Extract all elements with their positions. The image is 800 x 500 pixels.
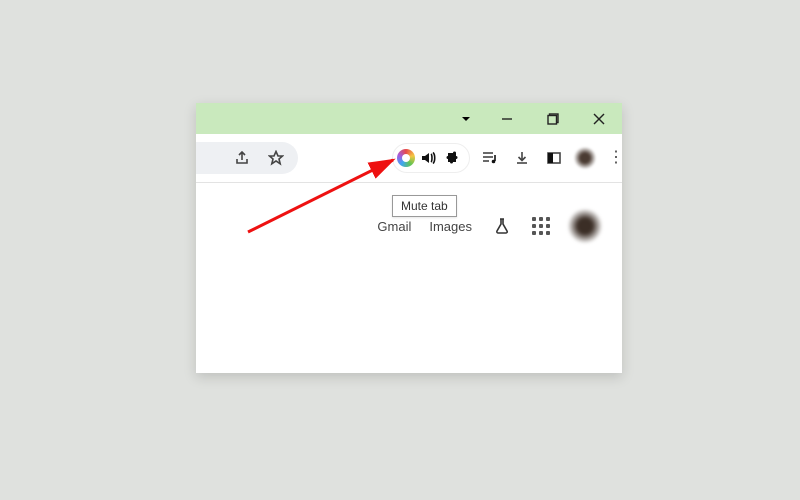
labs-flask-icon[interactable] xyxy=(490,214,514,238)
address-bar-right[interactable] xyxy=(196,142,298,174)
profile-avatar-small[interactable] xyxy=(574,147,596,169)
chrome-menu-icon[interactable] xyxy=(604,146,616,170)
window-close-button[interactable] xyxy=(576,103,622,134)
bookmark-star-icon[interactable] xyxy=(264,146,288,170)
profile-avatar-large[interactable] xyxy=(568,209,602,243)
downloads-icon[interactable] xyxy=(510,146,534,170)
side-panel-icon[interactable] xyxy=(542,146,566,170)
toolbar-right-icons xyxy=(392,142,616,174)
window-maximize-button[interactable] xyxy=(530,103,576,134)
browser-window: Gmail Images xyxy=(196,103,622,373)
mute-tab-tooltip: Mute tab xyxy=(392,195,457,217)
window-titlebar xyxy=(196,103,622,134)
google-apps-icon[interactable] xyxy=(532,217,550,235)
media-queue-icon[interactable] xyxy=(478,146,502,170)
images-link[interactable]: Images xyxy=(429,219,472,234)
window-minimize-button[interactable] xyxy=(484,103,530,134)
browser-toolbar xyxy=(196,134,622,182)
extensions-puzzle-icon[interactable] xyxy=(443,146,463,170)
extension-cluster xyxy=(392,143,470,173)
audio-playing-icon[interactable] xyxy=(419,146,439,170)
gmail-link[interactable]: Gmail xyxy=(377,219,411,234)
color-pinwheel-icon[interactable] xyxy=(397,149,415,167)
tab-dropdown-chevron[interactable] xyxy=(452,103,480,134)
share-icon[interactable] xyxy=(230,146,254,170)
